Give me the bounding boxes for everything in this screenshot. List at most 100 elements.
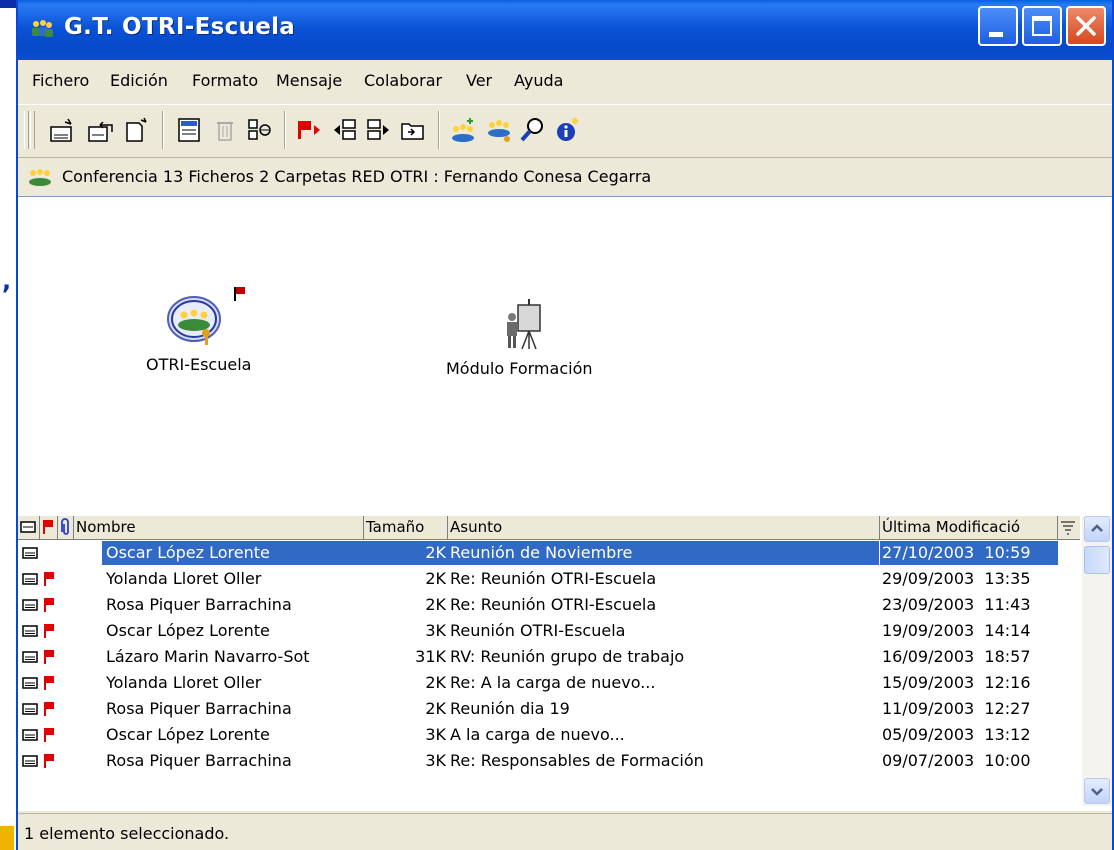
table-row[interactable]: Yolanda Lloret Oller 2K Re: A la carga de … bbox=[18, 670, 1080, 696]
menu-ver[interactable]: Ver bbox=[466, 71, 492, 90]
menu-ayuda[interactable]: Ayuda bbox=[514, 71, 563, 90]
message-list: Nombre Tamaño Asunto Última Modificació … bbox=[18, 513, 1112, 811]
column-attachment[interactable] bbox=[58, 516, 74, 540]
maximize-button[interactable] bbox=[1022, 6, 1062, 46]
folder-view: OTRI-Escuela Módulo Formación bbox=[18, 197, 1112, 513]
column-tamano[interactable]: Tamaño bbox=[364, 516, 448, 540]
cell-nombre: Rosa Piquer Barrachina bbox=[106, 751, 292, 770]
maximize-icon bbox=[1032, 16, 1052, 36]
status-text: 1 elemento seleccionado. bbox=[24, 824, 230, 843]
next-icon[interactable] bbox=[364, 115, 394, 145]
vertical-scrollbar[interactable] bbox=[1082, 516, 1112, 806]
message-icon bbox=[22, 547, 38, 559]
properties-icon[interactable] bbox=[174, 115, 204, 145]
table-row[interactable]: Rosa Piquer Barrachina 2K Reunión dia 19 11… bbox=[18, 696, 1080, 722]
flag-icon bbox=[44, 676, 54, 690]
cell-tamano: 3K bbox=[425, 751, 446, 770]
column-flag[interactable] bbox=[40, 516, 58, 540]
table-row[interactable]: Yolanda Lloret Oller 2K Re: Reunión OTRI-E… bbox=[18, 566, 1080, 592]
title-bar[interactable]: G.T. OTRI-Escuela bbox=[18, 0, 1112, 60]
cell-fecha: 23/09/2003 11:43 bbox=[882, 595, 1031, 614]
menu-fichero[interactable]: Fichero bbox=[32, 71, 89, 90]
message-icon bbox=[22, 573, 38, 585]
close-button[interactable] bbox=[1066, 6, 1106, 46]
message-type-icon bbox=[20, 521, 36, 533]
search-icon[interactable] bbox=[518, 115, 548, 145]
cell-asunto: Re: A la carga de nuevo... bbox=[450, 673, 656, 692]
folder-icon[interactable] bbox=[398, 115, 428, 145]
column-sort[interactable] bbox=[1058, 516, 1080, 540]
new-conference-icon[interactable] bbox=[448, 115, 478, 145]
cell-fecha: 05/09/2003 13:12 bbox=[882, 725, 1031, 744]
column-fecha[interactable]: Última Modificació bbox=[880, 516, 1058, 540]
cell-tamano: 3K bbox=[425, 621, 446, 640]
cell-tamano: 2K bbox=[425, 595, 446, 614]
scroll-thumb[interactable] bbox=[1084, 546, 1110, 574]
cell-asunto: RV: Reunión grupo de trabajo bbox=[450, 647, 685, 666]
scroll-up-button[interactable] bbox=[1084, 516, 1110, 542]
menu-mensaje[interactable]: Mensaje bbox=[276, 71, 342, 90]
toolbar-grip-2[interactable] bbox=[30, 111, 35, 149]
message-icon bbox=[22, 651, 38, 663]
toolbar-separator bbox=[284, 111, 286, 149]
cell-asunto: Re: Reunión OTRI-Escuela bbox=[450, 595, 657, 614]
new-document-icon[interactable] bbox=[122, 115, 152, 145]
column-nombre[interactable]: Nombre bbox=[74, 516, 364, 540]
folder-label-modulo-formacion: Módulo Formación bbox=[446, 359, 593, 378]
chevron-up-icon bbox=[1091, 524, 1103, 532]
cell-fecha: 16/09/2003 18:57 bbox=[882, 647, 1031, 666]
cell-nombre: Yolanda Lloret Oller bbox=[106, 569, 262, 588]
message-icon bbox=[22, 677, 38, 689]
flag-icon bbox=[44, 598, 54, 612]
table-row[interactable]: Oscar López Lorente 3K A la carga de nuevo… bbox=[18, 722, 1080, 748]
menu-formato[interactable]: Formato bbox=[192, 71, 258, 90]
cell-nombre: Rosa Piquer Barrachina bbox=[106, 699, 292, 718]
toolbar-separator bbox=[162, 111, 164, 149]
cell-asunto: Reunión dia 19 bbox=[450, 699, 570, 718]
table-row[interactable]: Lázaro Marin Navarro-Sot 31K RV: Reunión g… bbox=[18, 644, 1080, 670]
reply-icon[interactable] bbox=[86, 115, 116, 145]
previous-icon[interactable] bbox=[330, 115, 360, 145]
close-icon bbox=[1076, 16, 1096, 36]
folder-item-modulo-formacion[interactable]: Módulo Formación bbox=[438, 297, 638, 387]
delete-icon[interactable] bbox=[210, 115, 240, 145]
table-row[interactable]: Rosa Piquer Barrachina 2K Re: Reunión OTRI… bbox=[18, 592, 1080, 618]
scroll-down-button[interactable] bbox=[1084, 778, 1110, 804]
flag-icon bbox=[44, 728, 54, 742]
table-row[interactable]: Oscar López Lorente 2K Reunión de Noviembr… bbox=[18, 540, 1080, 566]
application-window: G.T. OTRI-Escuela Fichero Edición Format… bbox=[16, 0, 1114, 850]
table-row[interactable]: Rosa Piquer Barrachina 3K Re: Responsables… bbox=[18, 748, 1080, 774]
info-icon[interactable] bbox=[552, 115, 582, 145]
window-title: G.T. OTRI-Escuela bbox=[64, 14, 296, 40]
members-icon[interactable] bbox=[484, 115, 514, 145]
flag-icon bbox=[44, 754, 54, 768]
new-message-icon[interactable] bbox=[48, 115, 78, 145]
view-icon[interactable] bbox=[244, 115, 274, 145]
cell-fecha: 09/07/2003 10:00 bbox=[882, 751, 1031, 770]
minimize-icon bbox=[989, 32, 1003, 37]
list-header: Nombre Tamaño Asunto Última Modificació bbox=[18, 516, 1080, 540]
cell-tamano: 31K bbox=[415, 647, 446, 666]
column-type[interactable] bbox=[18, 516, 40, 540]
location-info: Conferencia 13 Ficheros 2 Carpetas RED O… bbox=[62, 167, 652, 186]
status-bar: 1 elemento seleccionado. bbox=[18, 813, 1112, 850]
message-icon bbox=[22, 625, 38, 637]
message-icon bbox=[22, 703, 38, 715]
table-row[interactable]: Oscar López Lorente 3K Reunión OTRI-Escuel… bbox=[18, 618, 1080, 644]
cell-nombre: Oscar López Lorente bbox=[106, 543, 270, 562]
flag-next-icon[interactable] bbox=[294, 115, 324, 145]
sort-indicator-icon bbox=[1061, 521, 1075, 535]
minimize-button[interactable] bbox=[978, 6, 1018, 46]
folder-item-otri-escuela[interactable]: OTRI-Escuela bbox=[136, 285, 296, 385]
column-asunto[interactable]: Asunto bbox=[448, 516, 880, 540]
cell-tamano: 2K bbox=[425, 543, 446, 562]
menu-colaborar[interactable]: Colaborar bbox=[364, 71, 442, 90]
menu-edicion[interactable]: Edición bbox=[110, 71, 168, 90]
cell-fecha: 19/09/2003 14:14 bbox=[882, 621, 1031, 640]
flag-icon bbox=[44, 650, 54, 664]
menu-bar: Fichero Edición Formato Mensaje Colabora… bbox=[18, 62, 1112, 102]
toolbar-grip[interactable] bbox=[24, 111, 29, 149]
flag-icon bbox=[44, 702, 54, 716]
flag-icon bbox=[43, 520, 53, 534]
flag-icon bbox=[44, 572, 54, 586]
